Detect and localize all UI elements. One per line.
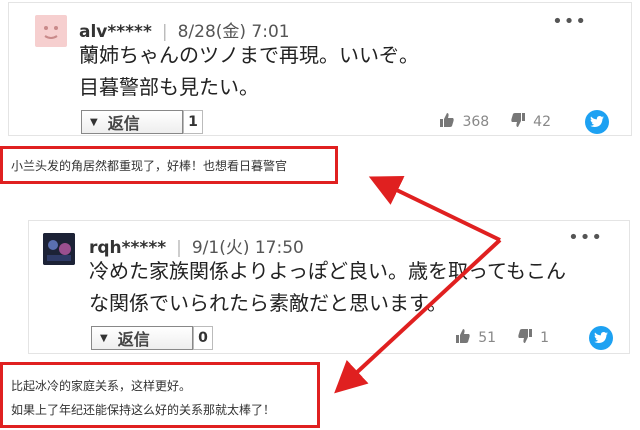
arrow-to-translation-1 bbox=[368, 176, 501, 242]
arrow-to-translation-2 bbox=[334, 238, 502, 394]
annotation-arrows bbox=[334, 176, 502, 394]
